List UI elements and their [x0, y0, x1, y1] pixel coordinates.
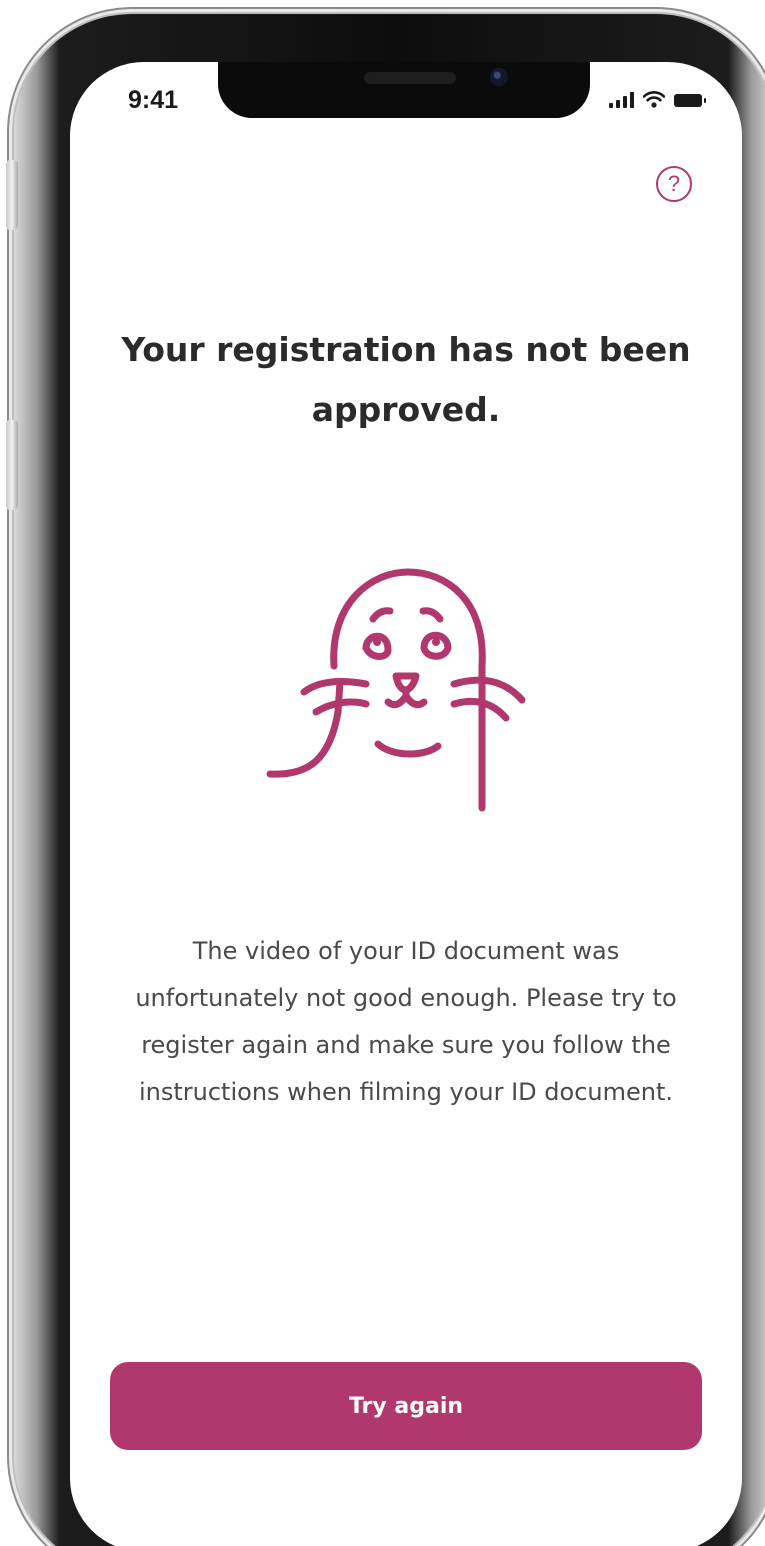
sad-seal-illustration: [266, 568, 526, 812]
error-message: The video of your ID document was unfort…: [135, 937, 677, 1106]
question-circle-icon: ?: [667, 171, 681, 196]
side-button: [6, 160, 18, 230]
help-button[interactable]: ?: [656, 166, 692, 202]
notch: [218, 62, 590, 118]
try-again-button[interactable]: Try again: [110, 1362, 702, 1450]
wifi-icon: [643, 91, 665, 108]
cellular-signal-icon: [609, 92, 634, 108]
phone-screen: 9:41 ? Your registration has not been ap…: [70, 62, 742, 1546]
page-title: Your registration has not been approved.: [121, 330, 691, 429]
status-time: 9:41: [128, 86, 179, 114]
side-button: [6, 420, 18, 510]
speaker-grille: [364, 72, 456, 84]
status-icons: [609, 86, 706, 108]
front-camera: [490, 68, 508, 86]
battery-icon: [674, 94, 706, 107]
app-canvas: 9:41 ? Your registration has not been ap…: [0, 0, 765, 1546]
